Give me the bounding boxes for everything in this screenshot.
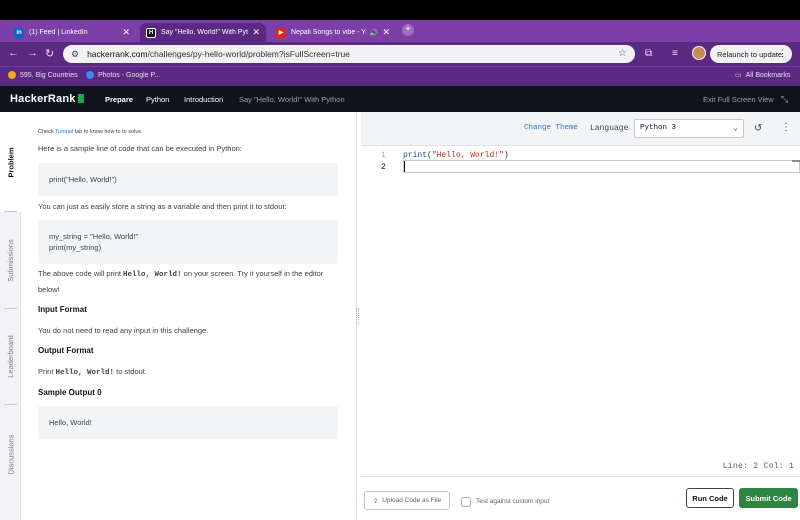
text-cursor xyxy=(404,161,405,172)
output-format-text: Print Hello, World! to stdout. xyxy=(38,367,147,377)
custom-input-checkbox[interactable] xyxy=(461,497,471,507)
line-number: 2 xyxy=(381,163,386,172)
tab-youtube[interactable]: ▶ Nepali Songs to vibe - Yo 🔊 ✕ xyxy=(270,23,396,42)
tab-label: (1) Feed | LinkedIn xyxy=(29,29,88,36)
above-text-cont: below! xyxy=(38,285,60,294)
current-line-highlight xyxy=(403,160,800,173)
intro-text: Here is a sample line of code that can b… xyxy=(38,144,242,153)
youtube-icon: ▶ xyxy=(276,27,286,38)
sample-output-heading: Sample Output 0 xyxy=(38,388,102,397)
menu-dots-icon[interactable]: ⋮ xyxy=(778,48,787,59)
line-gutter: 1 2 xyxy=(361,146,393,476)
reload-icon[interactable]: ↻ xyxy=(45,47,54,60)
tab-submissions[interactable]: Submissions xyxy=(0,212,21,308)
forward-icon[interactable]: → xyxy=(27,47,38,59)
back-icon[interactable]: ← xyxy=(8,47,19,59)
collapse-icon[interactable]: ⤡ xyxy=(781,94,788,105)
code-sample-1: print("Hello, World!") xyxy=(38,163,338,196)
sample-output-box: Hello, World! xyxy=(38,406,338,439)
code-sample-2: my_string = "Hello, World!" print(my_str… xyxy=(38,220,338,264)
os-top-bar xyxy=(0,0,800,20)
tab-hackerrank[interactable]: H Say "Hello, World!" With Pyth ✕ xyxy=(140,23,266,42)
google-photos-icon xyxy=(86,71,94,79)
above-text: The above code will print Hello, World! … xyxy=(38,269,324,279)
input-format-heading: Input Format xyxy=(38,305,87,314)
bookmarks-bar: 595. Big Countries Photos - Google P... … xyxy=(0,66,800,86)
exit-fullscreen-link[interactable]: Exit Full Screen View xyxy=(703,95,774,104)
change-theme-link[interactable]: Change Theme xyxy=(524,124,578,132)
tutorial-link[interactable]: Tutorial xyxy=(55,129,73,135)
linkedin-icon: in xyxy=(14,27,24,38)
folder-icon: ▭ xyxy=(735,72,742,79)
tab-linkedin[interactable]: in (1) Feed | LinkedIn ✕ xyxy=(8,23,136,42)
editor-footer: ⇪ Upload Code as File Test against custo… xyxy=(361,476,800,520)
site-info-icon[interactable]: ⚙ xyxy=(71,49,79,60)
hackerrank-logo[interactable]: HackerRank xyxy=(10,93,84,105)
tab-label: Say "Hello, World!" With Pyth xyxy=(161,29,249,36)
close-icon[interactable]: ✕ xyxy=(122,27,130,38)
url-text: hackerrank.com/challenges/py-hello-world… xyxy=(87,49,350,59)
output-format-heading: Output Format xyxy=(38,346,94,355)
breadcrumb-introduction[interactable]: Introduction xyxy=(184,95,223,104)
tab-label: Nepali Songs to vibe - Yo xyxy=(291,29,366,36)
chevron-down-icon: ⌄ xyxy=(733,124,738,133)
history-icon[interactable]: ↺ xyxy=(754,123,762,134)
code-editor[interactable]: 1 2 print("Hello, World!") Line: 2 Col: … xyxy=(361,146,800,476)
browser-toolbar: ← → ↻ ⚙ hackerrank.com/challenges/py-hel… xyxy=(0,42,800,66)
breadcrumb-challenge: Say "Hello, World!" With Python xyxy=(239,95,345,104)
breadcrumb-prepare[interactable]: Prepare xyxy=(105,95,133,104)
extensions-icon[interactable]: ⧉ xyxy=(645,48,652,59)
language-label: Language xyxy=(590,124,629,133)
cursor-position: Line: 2 Col: 1 xyxy=(722,461,794,471)
scroll-marker xyxy=(792,160,800,162)
panel-resize-handle[interactable] xyxy=(356,308,359,324)
run-code-button[interactable]: Run Code xyxy=(686,488,734,508)
tutorial-hint: Check Tutorial tab to know how to to sol… xyxy=(38,129,143,135)
upload-icon: ⇪ xyxy=(372,497,379,505)
browser-tab-bar: in (1) Feed | LinkedIn ✕ H Say "Hello, W… xyxy=(0,20,800,42)
all-bookmarks[interactable]: ▭ All Bookmarks xyxy=(735,71,790,80)
upload-code-button[interactable]: ⇪ Upload Code as File xyxy=(364,491,450,510)
close-icon[interactable]: ✕ xyxy=(382,27,390,38)
address-bar[interactable]: ⚙ hackerrank.com/challenges/py-hello-wor… xyxy=(63,45,635,63)
breadcrumb-python[interactable]: Python xyxy=(146,95,169,104)
leetcode-icon xyxy=(8,71,16,79)
code-line-1: print("Hello, World!") xyxy=(403,151,509,160)
tab-leaderboard[interactable]: Leaderboard xyxy=(0,308,21,404)
bookmark-star-icon[interactable]: ☆ xyxy=(618,48,627,59)
bookmark-google-photos[interactable]: Photos - Google P... xyxy=(86,71,160,79)
side-tabs: Problem Submissions Leaderboard Discussi… xyxy=(0,112,21,520)
bookmark-big-countries[interactable]: 595. Big Countries xyxy=(8,71,78,79)
audio-icon[interactable]: 🔊 xyxy=(370,29,379,37)
custom-input-label[interactable]: Test against custom input xyxy=(476,498,549,505)
language-select[interactable]: Python 3 ⌄ xyxy=(634,119,744,138)
problem-panel: Check Tutorial tab to know how to to sol… xyxy=(21,112,357,520)
new-tab-button[interactable]: + xyxy=(402,24,414,36)
submit-code-button[interactable]: Submit Code xyxy=(739,488,798,508)
profile-avatar[interactable] xyxy=(692,46,706,60)
tab-discussions[interactable]: Discussions xyxy=(0,404,21,504)
input-format-text: You do not need to read any input in thi… xyxy=(38,326,209,335)
editor-toolbar: Change Theme Language Python 3 ⌄ ↺ ⋮ xyxy=(361,112,800,146)
relaunch-button[interactable]: Relaunch to update ⋮ xyxy=(710,45,792,63)
hackerrank-header: HackerRank Prepare Python Introduction S… xyxy=(0,86,800,112)
store-text: You can just as easily store a string as… xyxy=(38,202,287,211)
line-number: 1 xyxy=(381,151,386,160)
hackerrank-icon: H xyxy=(146,27,156,38)
media-icon[interactable]: ≡ xyxy=(672,48,678,59)
close-icon[interactable]: ✕ xyxy=(252,27,260,38)
tab-problem[interactable]: Problem xyxy=(0,112,21,212)
more-options-icon[interactable]: ⋮ xyxy=(781,122,791,133)
